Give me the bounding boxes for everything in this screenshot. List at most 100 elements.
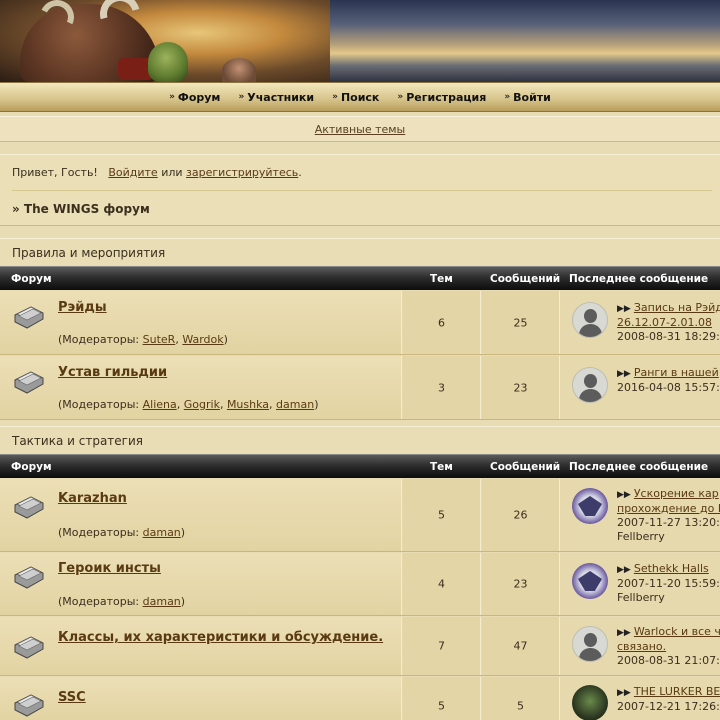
posts-cell: 47 [482,617,560,675]
go-to-post-icon[interactable]: ▶▶ [617,490,631,500]
post-count: 26 [513,508,528,522]
avatar[interactable] [572,367,608,403]
go-to-post-icon[interactable]: ▶▶ [617,369,631,379]
moderator-link[interactable]: SuteR [143,333,176,346]
last-post-cell: ▶▶ THE LURKER BE 2007-12-21 17:26: [561,677,720,720]
avatar[interactable] [572,302,608,338]
active-topics-link[interactable]: Активные темы [315,123,406,136]
last-post-date: 2007-11-27 13:20: [617,516,720,529]
last-post-cell: ▶▶ Ускорение кар прохождение до I 2007-11… [561,479,720,551]
topic-count: 6 [438,316,445,329]
folder-icon [14,694,44,717]
moderator-link[interactable]: daman [143,526,181,539]
last-post-link[interactable]: связано. [617,640,666,653]
topics-cell: 5 [403,677,481,720]
forum-title-link[interactable]: Рэйды [58,300,107,315]
moderator-link[interactable]: Wardok [182,333,223,346]
last-post-date: 2007-12-21 17:26: [617,700,720,713]
forum-title-link[interactable]: Классы, их характеристики и обсуждение. [58,630,383,645]
forum-title-link[interactable]: Karazhan [58,491,127,506]
header-topics: Тем [430,273,453,285]
last-post-link[interactable]: прохождение до I [617,502,720,515]
moderators: (Модераторы: SuteR, Wardok) [58,333,228,346]
last-post-date: 2016-04-08 15:57: [617,381,720,394]
post-count: 5 [517,699,524,713]
folder-icon [14,496,44,519]
forum-row: Устав гильдии (Модераторы: Aliena, Gogri… [0,356,720,420]
go-to-post-icon[interactable]: ▶▶ [617,628,631,638]
topic-count: 3 [438,381,445,394]
folder-icon [14,371,44,394]
forum-title-link[interactable]: Героик инсты [58,561,161,576]
last-post-link[interactable]: Warlock и все ч [634,625,720,638]
banner-orc [148,42,188,82]
last-post-user[interactable]: Fellberry [617,530,665,543]
avatar[interactable] [572,563,608,599]
avatar[interactable] [572,488,608,524]
nav-members[interactable]: » Участники [238,91,314,104]
banner-human [222,58,256,82]
nav-forum[interactable]: » Форум [169,91,220,104]
header-posts: Сообщений [490,461,561,473]
welcome-panel: Привет, Гость! Войдите или зарегистрируй… [0,154,720,226]
last-post-link[interactable]: Sethekk Halls [634,562,709,575]
last-post-link[interactable]: 26.12.07-2.01.08 [617,316,712,329]
topic-count: 7 [438,639,445,653]
breadcrumb[interactable]: » The WINGS форум [12,202,150,216]
nav-search[interactable]: » Поиск [332,91,379,104]
welcome-text: Привет, Гость! Войдите или зарегистрируй… [12,166,302,179]
last-post-link[interactable]: Запись на Рэйд [634,301,720,314]
last-post-link[interactable]: Ранги в нашей [634,366,719,379]
go-to-post-icon[interactable]: ▶▶ [617,688,631,698]
header-posts: Сообщений [490,273,561,285]
go-to-post-icon[interactable]: ▶▶ [617,304,631,314]
forum-title-link[interactable]: Устав гильдии [58,365,167,380]
topics-cell: 5 [403,479,481,551]
last-post-link[interactable]: THE LURKER BE [634,685,720,698]
topics-cell: 4 [403,553,481,615]
nav-login[interactable]: » Войти [504,91,551,104]
moderator-link[interactable]: daman [143,595,181,608]
divider [12,190,712,191]
moderator-link[interactable]: daman [276,398,314,411]
posts-cell: 5 [482,677,560,720]
forum-cell: SSC [0,677,402,720]
go-to-post-icon[interactable]: ▶▶ [617,565,631,575]
login-link[interactable]: Войдите [108,166,157,179]
register-link[interactable]: зарегистрируйтесь [186,166,298,179]
last-post-cell: ▶▶ Warlock и все ч связано. 2008-08-31 21… [561,617,720,675]
forum-row: Karazhan (Модераторы: daman) 5 26 ▶▶ Уско… [0,479,720,552]
forum-cell: Героик инсты (Модераторы: daman) [0,553,402,615]
posts-cell: 25 [482,291,560,354]
nav-register[interactable]: » Регистрация [397,91,486,104]
avatar[interactable] [572,626,608,662]
moderator-link[interactable]: Mushka [227,398,269,411]
last-post-link[interactable]: Ускорение кар [634,487,719,500]
header-forum: Форум [11,461,52,473]
last-post-info: ▶▶ Ускорение кар прохождение до I 2007-11… [617,487,720,544]
folder-icon [14,566,44,589]
active-topics-bar: Активные темы [0,116,720,142]
moderators: (Модераторы: Aliena, Gogrik, Mushka, dam… [58,398,319,411]
post-count: 47 [513,639,528,653]
moderator-link[interactable]: Aliena [143,398,177,411]
double-chevron-icon: » [504,92,511,102]
last-post-info: ▶▶ Warlock и все ч связано. 2008-08-31 21… [617,625,720,668]
posts-cell: 23 [482,553,560,615]
last-post-date: 2007-11-20 15:59: [617,577,720,590]
last-post-date: 2008-08-31 18:29: [617,330,720,343]
forum-cell: Устав гильдии (Модераторы: Aliena, Gogri… [0,356,402,419]
last-post-user[interactable]: Fellberry [617,591,665,604]
header-forum: Форум [11,273,52,285]
avatar[interactable] [572,685,608,720]
last-post-date: 2008-08-31 21:07: [617,654,720,667]
moderator-link[interactable]: Gogrik [184,398,220,411]
post-count: 23 [513,381,528,394]
forum-row: Классы, их характеристики и обсуждение. … [0,617,720,676]
category-title: Правила и мероприятия [0,238,720,266]
double-chevron-icon: » [332,92,338,102]
header-last-post: Последнее сообщение [569,461,709,473]
forum-title-link[interactable]: SSC [58,690,86,705]
posts-cell: 26 [482,479,560,551]
last-post-info: ▶▶ THE LURKER BE 2007-12-21 17:26: [617,685,720,714]
